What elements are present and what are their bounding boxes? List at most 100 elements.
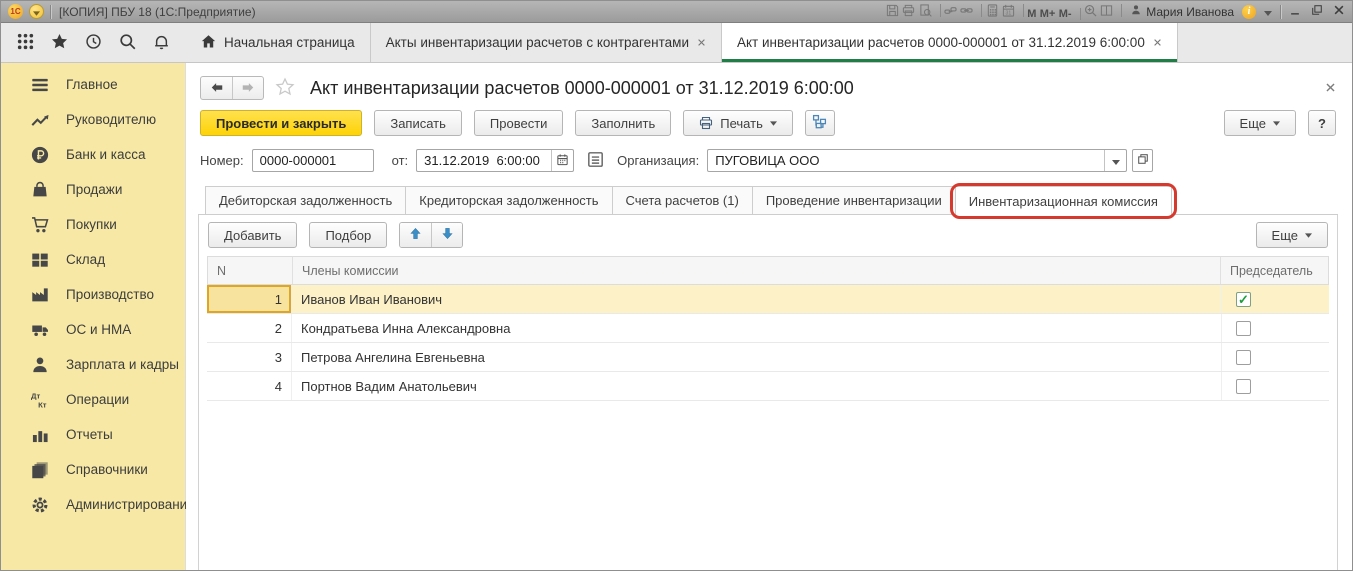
sidebar-item-label: Производство	[66, 287, 154, 302]
sidebar-item[interactable]: Администрирование	[1, 487, 185, 522]
printer-icon	[699, 116, 713, 130]
table-row[interactable]: 3 Петрова Ангелина Евгеньевна	[207, 343, 1329, 372]
window-tab[interactable]: Акт инвентаризации расчетов 0000-000001 …	[722, 23, 1178, 62]
column-header-members: Члены комиссии	[292, 257, 1220, 284]
add-button[interactable]: Добавить	[208, 222, 297, 248]
current-user[interactable]: Мария Иванова	[1130, 4, 1234, 19]
document-tab[interactable]: Проведение инвентаризации	[752, 186, 956, 214]
favorite-star-button[interactable]	[275, 77, 295, 100]
forward-button[interactable]	[232, 77, 263, 99]
svg-text:Дт: Дт	[31, 391, 40, 400]
toolbar-button[interactable]: Записать	[374, 110, 462, 136]
post-and-close-button[interactable]: Провести и закрыть	[200, 110, 362, 136]
organization-dropdown-button[interactable]	[1104, 150, 1126, 171]
tab-close-icon[interactable]	[1153, 35, 1162, 50]
sidebar-item[interactable]: Покупки	[1, 207, 185, 242]
toolbar-button[interactable]: Заполнить	[575, 110, 671, 136]
sidebar-item[interactable]: ДтКт Операции	[1, 382, 185, 417]
chairman-checkbox[interactable]	[1236, 321, 1251, 336]
svg-text:31: 31	[1005, 10, 1011, 16]
open-organization-button[interactable]	[1132, 149, 1153, 172]
window-tab[interactable]: Акты инвентаризации расчетов с контраген…	[371, 23, 722, 62]
organization-field[interactable]: ПУГОВИЦА ООО	[707, 149, 1127, 172]
zoom-in[interactable]	[1084, 4, 1097, 17]
sidebar-item[interactable]: Справочники	[1, 452, 185, 487]
get-link[interactable]	[944, 4, 957, 17]
star-outline-icon	[275, 77, 295, 100]
chairman-checkbox[interactable]	[1236, 292, 1251, 307]
split-view-icon	[1100, 4, 1113, 17]
sidebar-item[interactable]: ОС и НМА	[1, 312, 185, 347]
go-link-icon	[960, 4, 973, 17]
print-button[interactable]: Печать	[683, 110, 793, 136]
help-button[interactable]: ?	[1308, 110, 1336, 136]
minimize-button[interactable]	[1289, 4, 1301, 19]
calculator[interactable]	[986, 4, 999, 17]
sidebar-item[interactable]: Руководителю	[1, 102, 185, 137]
service-menu[interactable]	[17, 33, 34, 53]
document-list-button[interactable]	[587, 151, 604, 171]
save[interactable]	[886, 4, 899, 17]
document-tab[interactable]: Инвентаризационная комиссия	[955, 186, 1172, 215]
sidebar-item-label: Операции	[66, 392, 129, 407]
warehouse-icon	[31, 251, 49, 269]
memory-m-plus[interactable]: M+	[1040, 8, 1056, 20]
chairman-checkbox[interactable]	[1236, 379, 1251, 394]
sidebar-item[interactable]: Продажи	[1, 172, 185, 207]
calendar-picker-button[interactable]	[551, 150, 573, 171]
history-icon	[85, 33, 102, 53]
commission-table: N Члены комиссии Председатель 1 Иванов И…	[207, 256, 1329, 401]
sidebar-item-label: Руководителю	[66, 112, 156, 127]
print-preview[interactable]	[919, 4, 941, 17]
print-preview-icon	[919, 4, 932, 17]
restore-button[interactable]	[1311, 4, 1323, 19]
close-button[interactable]	[1333, 4, 1345, 19]
notifications[interactable]	[153, 33, 170, 53]
document-tab[interactable]: Кредиторская задолженность	[405, 186, 612, 214]
pick-button[interactable]: Подбор	[309, 222, 387, 248]
column-header-n: N	[208, 257, 292, 284]
cart-icon	[31, 216, 49, 234]
table-body: 1 Иванов Иван Иванович 2 Кондратьева Инн…	[207, 285, 1329, 401]
more-button[interactable]: Еще	[1224, 110, 1296, 136]
sidebar-item[interactable]: Отчеты	[1, 417, 185, 452]
calculator-icon	[986, 4, 999, 17]
table-more-button[interactable]: Еще	[1256, 222, 1328, 248]
calendar[interactable]: 31	[1002, 4, 1024, 17]
split-view[interactable]	[1100, 4, 1122, 17]
arrow-up-icon	[409, 227, 422, 243]
document-tab[interactable]: Счета расчетов (1)	[612, 186, 753, 214]
go-link[interactable]	[960, 4, 982, 17]
toolbar-button[interactable]: Провести	[474, 110, 564, 136]
memory-m[interactable]: M	[1027, 8, 1036, 20]
sidebar-item[interactable]: Склад	[1, 242, 185, 277]
document-tab[interactable]: Дебиторская задолженность	[205, 186, 406, 214]
chairman-checkbox[interactable]	[1236, 350, 1251, 365]
sidebar-item[interactable]: Производство	[1, 277, 185, 312]
memory-m-minus[interactable]: M-	[1059, 8, 1081, 20]
table-row[interactable]: 1 Иванов Иван Иванович	[207, 285, 1329, 314]
sidebar-item[interactable]: Зарплата и кадры	[1, 347, 185, 382]
back-arrow-icon	[210, 81, 224, 96]
tab-close-icon[interactable]	[697, 35, 706, 50]
sidebar-item[interactable]: Главное	[1, 67, 185, 102]
table-row[interactable]: 2 Кондратьева Инна Александровна	[207, 314, 1329, 343]
form-close-button[interactable]	[1325, 81, 1336, 96]
print[interactable]	[902, 4, 915, 17]
move-up-button[interactable]	[400, 223, 431, 247]
back-button[interactable]	[201, 77, 232, 99]
sidebar-item[interactable]: Банк и касса	[1, 137, 185, 172]
window-tab[interactable]: Начальная страница	[186, 23, 371, 62]
user-menu-chevron[interactable]	[1264, 5, 1272, 19]
move-down-button[interactable]	[431, 223, 462, 247]
header-fields: Номер: 0000-000001 от: 31.12.2019 6:00:0…	[186, 144, 1352, 182]
structure-button[interactable]	[805, 110, 835, 136]
history[interactable]	[85, 33, 102, 53]
favorites[interactable]	[51, 33, 68, 53]
table-row[interactable]: 4 Портнов Вадим Анатольевич	[207, 372, 1329, 401]
date-field[interactable]: 31.12.2019 6:00:00	[416, 149, 574, 172]
info-button[interactable]: i	[1242, 5, 1256, 19]
search[interactable]	[119, 33, 136, 53]
number-field[interactable]: 0000-000001	[252, 149, 374, 172]
main-menu-button[interactable]	[29, 4, 44, 19]
